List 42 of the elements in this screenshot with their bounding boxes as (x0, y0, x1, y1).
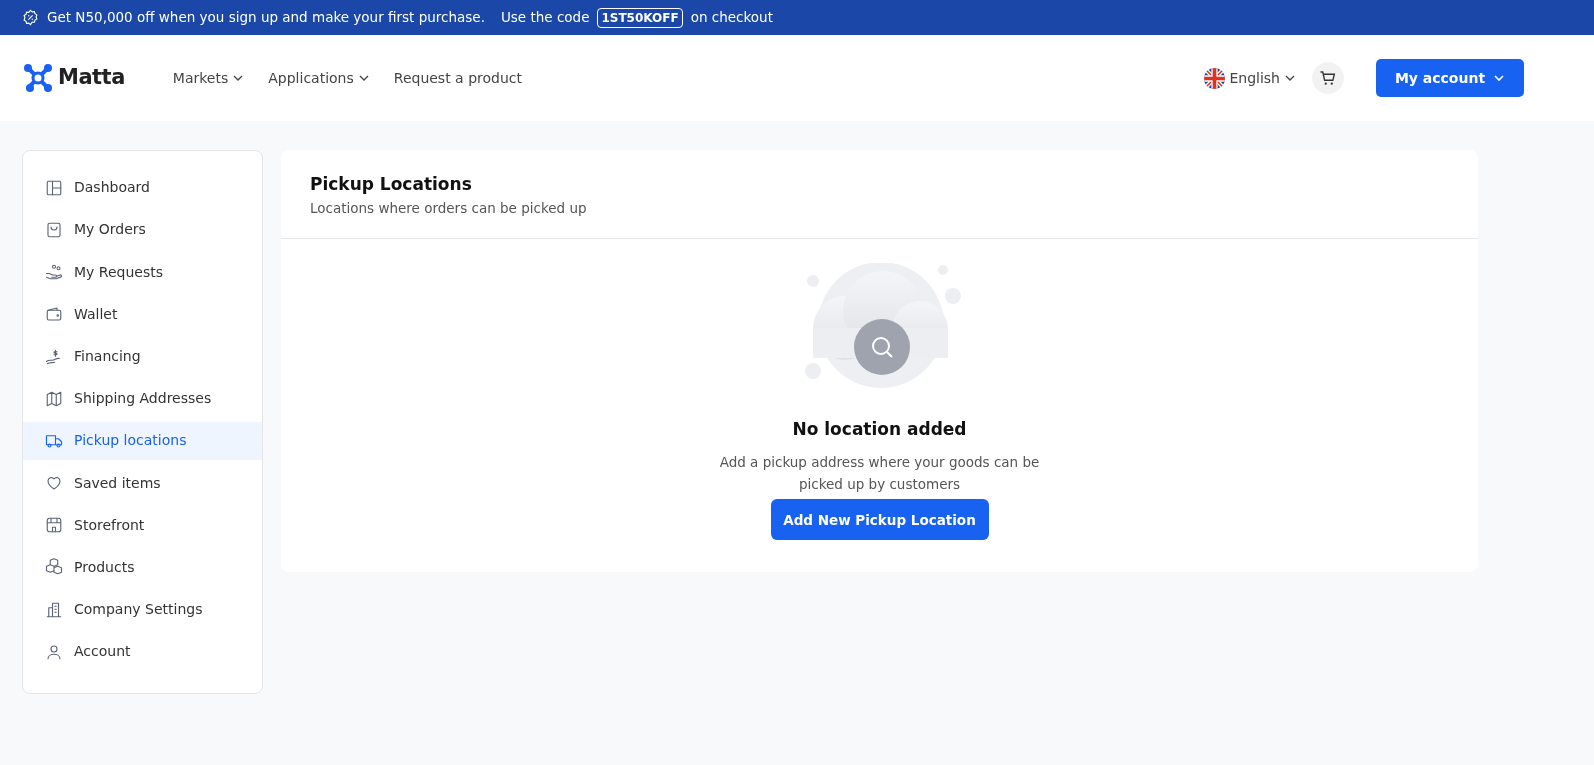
sidebar-item[interactable]: Account (23, 633, 262, 671)
sidebar-item[interactable]: Company Settings (23, 590, 262, 629)
promo-text: Use the code (500, 8, 590, 28)
shopping-bag-icon (45, 220, 63, 239)
cart-icon[interactable] (1312, 62, 1344, 94)
boxes-icon (45, 558, 63, 577)
map-icon (45, 389, 63, 408)
add-pickup-location-button[interactable]: Add New Pickup Location (770, 499, 989, 541)
discount-badge-icon (22, 9, 39, 26)
buildings-icon (45, 600, 63, 619)
my-account-button[interactable]: My account (1376, 59, 1524, 97)
sidebar-item[interactable]: Financing (23, 337, 262, 376)
empty-state-title: No location added (792, 417, 967, 441)
empty-state-message: Add a pickup address where your goods can be picked up by customers (718, 453, 1041, 494)
sidebar-item[interactable]: Storefront (23, 506, 262, 544)
uk-flag-icon (1204, 67, 1226, 89)
nav-link[interactable]: Markets (172, 67, 245, 89)
sidebar-item[interactable]: Saved items (23, 464, 262, 502)
sidebar-item[interactable]: My Orders (23, 211, 262, 249)
promo-text: Get N50,000 off when you sign up and make your first purchase. (47, 8, 485, 28)
logo-icon (22, 62, 54, 94)
nav-link[interactable]: Request a product (393, 67, 522, 89)
store-icon (45, 516, 63, 535)
logo-text: Matta (58, 64, 125, 92)
nav-link[interactable]: Applications (268, 67, 370, 89)
sidebar-item[interactable]: Wallet (23, 295, 262, 334)
sidebar-item[interactable]: Pickup locations (23, 422, 262, 460)
promo-text: on checkout (690, 8, 773, 28)
wallet-icon (45, 305, 63, 324)
hand-with-dollar-icon (45, 347, 63, 366)
panel-title: Pickup Locations (310, 173, 473, 196)
promo-code: 1ST50KOFF (597, 7, 683, 28)
hand-with-people-icon (45, 263, 63, 282)
sidebar-item[interactable]: Dashboard (23, 169, 262, 207)
sidebar-item[interactable]: Products (23, 548, 262, 587)
user-icon (45, 642, 63, 661)
dashboard-icon (45, 178, 63, 197)
language-selector[interactable]: English (1204, 67, 1296, 89)
sidebar-item[interactable]: My Requests (23, 253, 262, 291)
panel-subtitle: Locations where orders can be picked up (310, 198, 588, 218)
sidebar-item[interactable]: Shipping Addresses (23, 379, 262, 418)
chevron-down-icon (1493, 72, 1506, 84)
